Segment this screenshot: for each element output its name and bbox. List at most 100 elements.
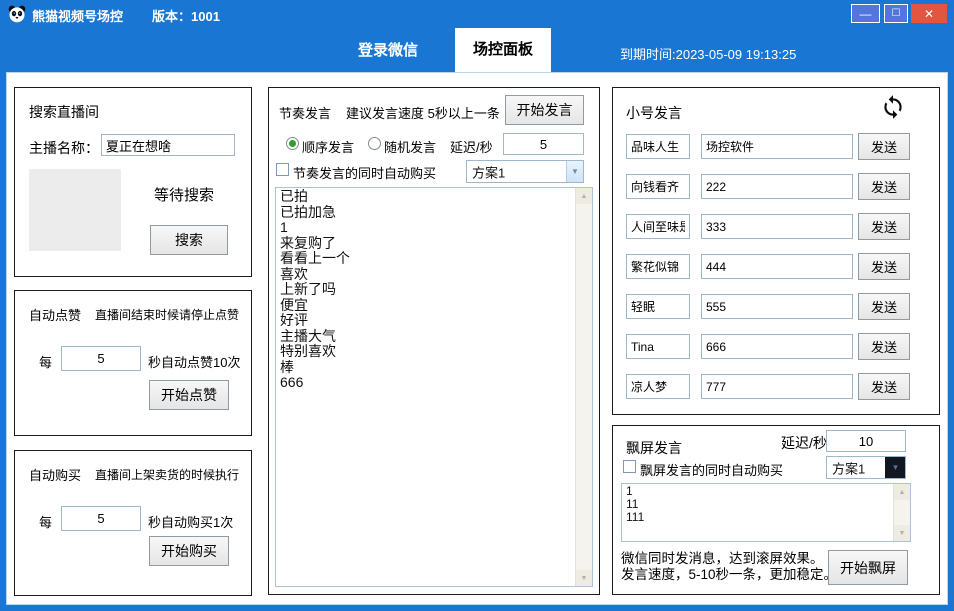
send-button[interactable]: 发送 [858,293,910,320]
auto-buy-title: 自动购买 [29,465,81,484]
alt-account-title: 小号发言 [626,103,682,123]
alt-account-row: 发送 [613,374,939,400]
sequential-speech-label: 顺序发言 [302,137,354,156]
tab-login-wechat[interactable]: 登录微信 [330,38,446,64]
auto-buy-suffix: 秒自动购买1次 [148,512,233,531]
alt-account-row: 发送 [613,134,939,160]
account-name-input[interactable] [626,334,690,359]
send-button[interactable]: 发送 [858,173,910,200]
account-message-input[interactable] [701,374,853,399]
rhythm-messages-text: 已拍 已拍加急 1 来复购了 看看上一个 喜欢 上新了吗 便宜 好评 主播大气 … [280,189,572,585]
random-speech-radio[interactable] [368,137,381,150]
float-delay-label: 延迟/秒 [781,433,827,453]
rhythm-plan-select[interactable]: 方案1 ▼ [466,160,584,183]
sequential-speech-radio[interactable] [286,137,299,150]
start-speech-button[interactable]: 开始发言 [505,95,584,125]
float-speech-panel: 飘屏发言 延迟/秒 飘屏发言的同时自动购买 方案1 ▼ 1 11 111 ▲ ▼… [612,425,940,595]
account-message-input[interactable] [701,174,853,199]
float-messages-text: 1 11 111 [626,485,890,540]
alt-account-rows: 发送 发送 发送 发送 发送 发送 发送 [613,134,939,414]
alt-account-row: 发送 [613,254,939,280]
tab-control-panel[interactable]: 场控面板 [455,28,551,72]
app-version: 版本：1001 [152,6,220,25]
random-speech-label: 随机发言 [384,137,436,156]
send-button[interactable]: 发送 [858,213,910,240]
scroll-down-icon[interactable]: ▼ [576,570,592,586]
float-delay-input[interactable] [826,430,906,452]
float-scrollbar[interactable]: ▲ ▼ [893,484,910,541]
auto-buy-hint: 直播间上架卖货的时候执行 [95,466,239,483]
float-title: 飘屏发言 [626,438,682,458]
rhythm-hint: 建议发言速度 5秒以上一条 [346,103,500,122]
auto-like-prefix: 每 [39,352,52,371]
float-auto-buy-checkbox[interactable] [623,460,636,473]
minimize-button[interactable]: — [851,4,880,23]
alt-account-row: 发送 [613,214,939,240]
scroll-down-icon[interactable]: ▼ [894,525,910,541]
auto-like-suffix: 秒自动点赞10次 [148,352,240,371]
app-window: { "window": { "title": "熊猫视频号场控", "versi… [0,0,954,611]
auto-like-interval-input[interactable] [61,346,141,371]
auto-like-panel: 自动点赞 直播间结束时候请停止点赞 每 秒自动点赞10次 开始点赞 [14,290,252,436]
panda-logo-icon [7,4,27,24]
account-name-input[interactable] [626,254,690,279]
auto-buy-panel: 自动购买 直播间上架卖货的时候执行 每 秒自动购买1次 开始购买 [14,450,252,596]
anchor-name-input[interactable] [101,134,235,156]
start-like-button[interactable]: 开始点赞 [149,380,229,410]
float-message-box[interactable]: 1 11 111 ▲ ▼ [621,483,911,542]
send-button[interactable]: 发送 [858,253,910,280]
anchor-name-label: 主播名称： [29,138,99,158]
auto-like-hint: 直播间结束时候请停止点赞 [95,306,239,323]
refresh-icon[interactable] [880,94,906,120]
search-panel-title: 搜索直播间 [29,102,99,122]
rhythm-plan-value: 方案1 [472,162,505,181]
auto-buy-prefix: 每 [39,512,52,531]
maximize-button[interactable]: ☐ [884,4,908,23]
rhythm-scrollbar[interactable]: ▲ ▼ [575,188,592,586]
auto-like-title: 自动点赞 [29,305,81,324]
rhythm-speech-panel: 节奏发言 建议发言速度 5秒以上一条 开始发言 顺序发言 随机发言 延迟/秒 节… [268,87,600,595]
rhythm-auto-buy-checkbox[interactable] [276,163,289,176]
live-room-thumbnail [29,169,121,251]
start-float-button[interactable]: 开始飘屏 [828,550,908,585]
float-plan-value: 方案1 [832,458,865,477]
send-button[interactable]: 发送 [858,333,910,360]
account-name-input[interactable] [626,174,690,199]
expiry-time-label: 到期时间:2023-05-09 19:13:25 [620,44,796,63]
tab-band: 登录微信 场控面板 到期时间:2023-05-09 19:13:25 [0,28,954,72]
start-buy-button[interactable]: 开始购买 [149,536,229,566]
account-message-input[interactable] [701,334,853,359]
float-plan-chevron-down-icon[interactable]: ▼ [885,457,905,478]
float-hint-line2: 发言速度，5-10秒一条，更加稳定。 [621,563,837,583]
account-message-input[interactable] [701,214,853,239]
rhythm-delay-label: 延迟/秒 [450,137,493,156]
send-button[interactable]: 发送 [858,373,910,400]
account-name-input[interactable] [626,374,690,399]
alt-account-row: 发送 [613,174,939,200]
rhythm-message-box[interactable]: 已拍 已拍加急 1 来复购了 看看上一个 喜欢 上新了吗 便宜 好评 主播大气 … [275,187,593,587]
account-name-input[interactable] [626,134,690,159]
scroll-up-icon[interactable]: ▲ [894,484,910,500]
account-message-input[interactable] [701,254,853,279]
float-plan-select[interactable]: 方案1 ▼ [826,456,906,479]
float-auto-buy-label: 飘屏发言的同时自动购买 [640,460,783,479]
rhythm-plan-chevron-down-icon[interactable]: ▼ [566,161,583,182]
rhythm-delay-input[interactable] [503,133,584,155]
alt-account-panel: 小号发言 发送 发送 发送 发送 发送 发送 发送 [612,87,940,415]
scroll-up-icon[interactable]: ▲ [576,188,592,204]
search-button[interactable]: 搜索 [150,225,228,255]
alt-account-row: 发送 [613,294,939,320]
account-name-input[interactable] [626,294,690,319]
rhythm-title: 节奏发言 [279,103,331,122]
close-button[interactable]: ✕ [911,4,947,23]
account-message-input[interactable] [701,294,853,319]
auto-buy-interval-input[interactable] [61,506,141,531]
alt-account-row: 发送 [613,334,939,360]
search-status-label: 等待搜索 [154,184,214,205]
account-message-input[interactable] [701,134,853,159]
rhythm-auto-buy-label: 节奏发言的同时自动购买 [293,163,436,182]
send-button[interactable]: 发送 [858,133,910,160]
titlebar: 熊猫视频号场控 版本：1001 — ☐ ✕ [0,0,954,28]
app-title: 熊猫视频号场控 [32,6,123,25]
account-name-input[interactable] [626,214,690,239]
